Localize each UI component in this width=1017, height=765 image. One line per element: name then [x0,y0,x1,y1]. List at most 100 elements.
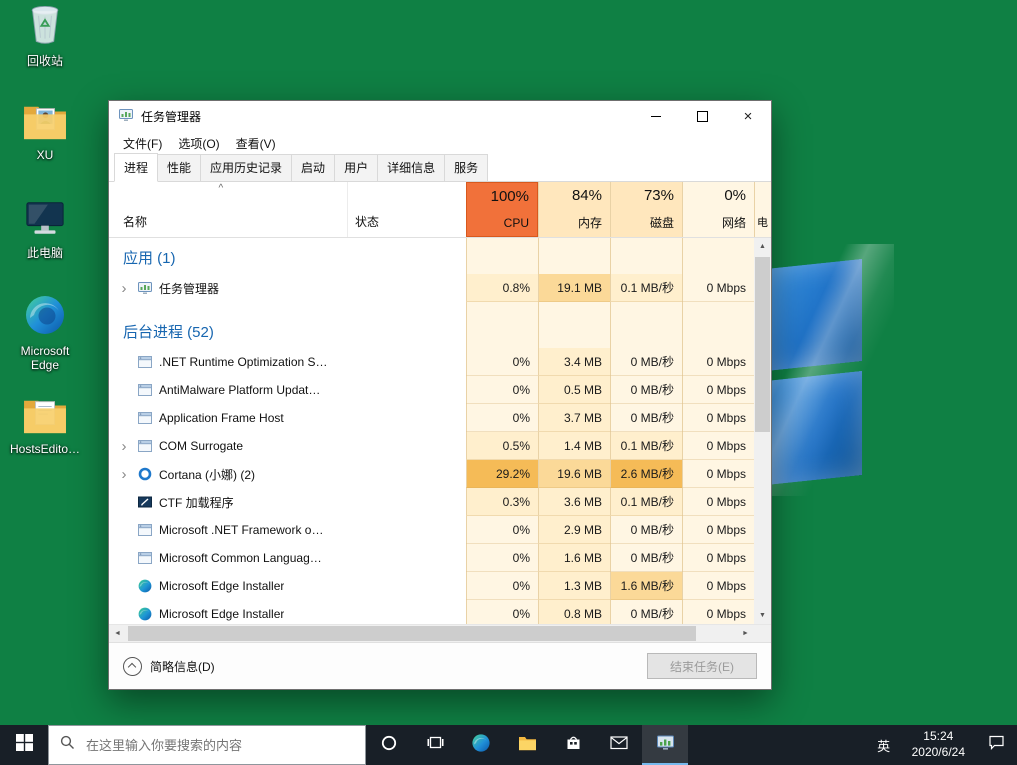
process-row[interactable]: › Application Frame Host 0% 3.7 MB 0 MB/… [109,404,754,432]
column-header-disk[interactable]: 73% 磁盘 [610,182,682,237]
minimize-button[interactable] [633,101,679,131]
process-name-cell: › Microsoft Edge Installer [109,572,347,600]
process-row[interactable]: › Cortana (小娜) (2) 29.2% 19.6 MB 2.6 MB/… [109,460,754,488]
process-network-value: 0 Mbps [682,404,754,432]
taskbar-clock[interactable]: 15:24 2020/6/24 [902,729,975,760]
taskbar-mail-button[interactable] [596,725,642,765]
process-network-value: 0 Mbps [682,432,754,460]
end-task-button[interactable]: 结束任务(E) [647,653,757,679]
process-icon [137,410,153,426]
vertical-scrollbar[interactable]: ▲ ▼ [754,238,771,624]
start-button[interactable] [0,725,48,765]
process-row[interactable]: › 任务管理器 0.8% 19.1 MB 0.1 MB/秒 0 Mbps [109,274,754,302]
scroll-right-icon[interactable]: ► [737,625,754,642]
task-view-button[interactable] [412,725,458,765]
menu-view[interactable]: 查看(V) [228,132,284,155]
process-disk-value: 0 MB/秒 [610,376,682,404]
start-icon [16,734,33,756]
process-row[interactable]: › Microsoft .NET Framework o… 0% 2.9 MB … [109,516,754,544]
column-header-status[interactable]: 状态 [347,182,466,237]
maximize-button[interactable] [679,101,725,131]
tab-performance[interactable]: 性能 [157,154,201,182]
process-row[interactable]: › Microsoft Common Languag… 0% 1.6 MB 0 … [109,544,754,572]
taskbar-edge-button[interactable] [458,725,504,765]
tab-details[interactable]: 详细信息 [377,154,445,182]
clock-time: 15:24 [912,729,965,745]
scrollbar-corner [754,625,771,642]
desktop-icon-label: HostsEdito… [6,443,84,457]
process-icon [137,354,153,370]
window-title: 任务管理器 [141,108,201,125]
close-icon: × [744,109,753,124]
process-name-cell: › Cortana (小娜) (2) [109,460,347,488]
folder-icon [22,395,68,440]
tab-app-history[interactable]: 应用历史记录 [200,154,292,182]
tab-startup[interactable]: 启动 [291,154,335,182]
column-header-row: ^ 名称 状态 100% CPU 84% 内存 73% 磁盘 0% 网络 [109,182,771,238]
expand-chevron-icon[interactable]: › [117,281,131,296]
expand-chevron-icon[interactable]: › [117,439,131,454]
tab-services[interactable]: 服务 [444,154,488,182]
process-memory-value: 2.9 MB [538,516,610,544]
horizontal-scrollbar-thumb[interactable] [128,626,696,641]
fewer-details-label: 简略信息(D) [150,658,215,675]
menu-file[interactable]: 文件(F) [115,132,170,155]
horizontal-scrollbar-track[interactable] [126,625,737,642]
scroll-down-icon[interactable]: ▼ [754,607,771,624]
process-row[interactable]: › CTF 加载程序 0.3% 3.6 MB 0.1 MB/秒 0 Mbps [109,488,754,516]
process-row[interactable]: › COM Surrogate 0.5% 1.4 MB 0.1 MB/秒 0 M… [109,432,754,460]
process-row[interactable]: › AntiMalware Platform Updat… 0% 0.5 MB … [109,376,754,404]
search-input[interactable] [84,737,354,754]
process-row[interactable]: › .NET Runtime Optimization S… 0% 3.4 MB… [109,348,754,376]
process-disk-value: 0.1 MB/秒 [610,432,682,460]
expand-chevron-icon[interactable]: › [117,467,131,482]
process-icon [137,606,153,622]
title-bar[interactable]: 任务管理器 × [109,101,771,131]
desktop-icon-label: 此电脑 [6,247,84,261]
process-row[interactable]: › Microsoft Edge Installer 0% 0.8 MB 0 M… [109,600,754,624]
desktop-icon-hostseditor[interactable]: HostsEdito… [6,394,84,457]
scroll-left-icon[interactable]: ◄ [109,625,126,642]
process-row[interactable]: › Microsoft Edge Installer 0% 1.3 MB 1.6… [109,572,754,600]
process-cpu-value: 0.8% [466,274,538,302]
process-status [347,274,466,302]
process-disk-value: 0.1 MB/秒 [610,274,682,302]
tab-users[interactable]: 用户 [334,154,378,182]
taskbar-file-explorer-button[interactable] [504,725,550,765]
taskbar-store-button[interactable] [550,725,596,765]
column-header-name[interactable]: ^ 名称 [109,182,347,237]
taskbar-search[interactable] [48,725,366,765]
desktop-icon-label: XU [6,149,84,163]
taskbar-task-manager-button[interactable] [642,725,688,765]
fewer-details-toggle[interactable]: 简略信息(D) [123,657,215,676]
process-group-header[interactable]: 应用 (1) [109,238,754,274]
vertical-scrollbar-thumb[interactable] [755,257,770,432]
process-cpu-value: 0% [466,376,538,404]
desktop-icon-edge[interactable]: Microsoft Edge [6,296,84,373]
column-header-cpu[interactable]: 100% CPU [466,182,538,237]
desktop-icon-xu[interactable]: XU [6,100,84,163]
process-group-header[interactable]: 后台进程 (52) [109,302,754,348]
column-header-power[interactable]: 电 [754,182,771,237]
close-button[interactable]: × [725,101,771,131]
tab-processes[interactable]: 进程 [114,153,158,182]
process-icon [137,466,153,482]
column-header-network[interactable]: 0% 网络 [682,182,754,237]
menu-options[interactable]: 选项(O) [170,132,227,155]
action-center-button[interactable] [975,734,1017,756]
cortana-button[interactable] [366,725,412,765]
ime-indicator[interactable]: 英 [866,736,902,755]
process-network-value: 0 Mbps [682,516,754,544]
tab-strip: 进程 性能 应用历史记录 启动 用户 详细信息 服务 [109,155,771,182]
scroll-up-icon[interactable]: ▲ [754,238,771,255]
process-list: 应用 (1) › 任务管理器 0.8% 19.1 MB 0.1 MB/秒 0 M… [109,238,754,624]
column-header-memory[interactable]: 84% 内存 [538,182,610,237]
process-network-value: 0 Mbps [682,488,754,516]
desktop-icon-this-pc[interactable]: 此电脑 [6,198,84,261]
window-footer: 简略信息(D) 结束任务(E) [109,642,771,689]
process-icon [137,438,153,454]
desktop-icon-label: Microsoft Edge [6,345,84,373]
horizontal-scrollbar[interactable]: ◄ ► [109,624,771,642]
process-name-cell: › COM Surrogate [109,432,347,460]
desktop-icon-recycle-bin[interactable]: 回收站 [6,6,84,69]
